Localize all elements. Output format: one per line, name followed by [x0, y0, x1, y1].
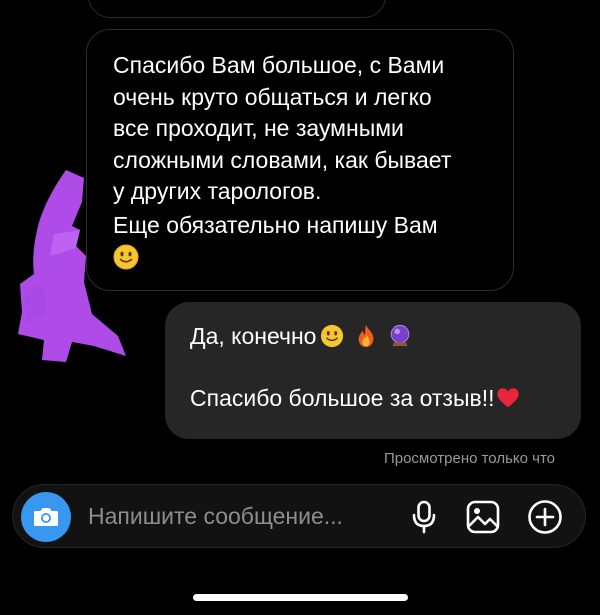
- previous-message-bubble[interactable]: [88, 0, 386, 18]
- seen-status: Просмотрено только что: [383, 450, 555, 467]
- message-line: у других тарологов.: [113, 178, 322, 204]
- plus-icon: [528, 500, 562, 534]
- fire-icon: [359, 324, 374, 348]
- slightly-smiling-face-icon: [321, 324, 344, 348]
- outgoing-line-2: Спасибо большое за отзыв!!: [190, 382, 559, 414]
- message-line: все проходит, не заумными: [113, 115, 404, 141]
- red-heart-icon: [497, 388, 520, 408]
- plus-button[interactable]: [527, 499, 563, 535]
- message-composer: Напишите сообщение...: [12, 484, 586, 548]
- slightly-smiling-face-icon: [113, 244, 139, 270]
- gallery-icon: [466, 500, 500, 534]
- home-indicator[interactable]: [193, 594, 408, 601]
- outgoing-line-1: Да, конечно: [190, 320, 559, 352]
- message-line: Еще обязательно напишу Вам: [113, 211, 438, 238]
- message-line: очень круто общаться и легко: [113, 83, 432, 110]
- camera-button[interactable]: [21, 492, 71, 542]
- message-input[interactable]: Напишите сообщение...: [88, 485, 388, 547]
- message-text: Да, конечно: [190, 323, 317, 349]
- microphone-icon: [412, 500, 436, 534]
- incoming-message-bubble[interactable]: Спасибо Вам большое, с Вами очень круто …: [86, 29, 514, 291]
- camera-icon: [34, 508, 58, 526]
- message-text: Спасибо большое за отзыв!!: [190, 385, 495, 411]
- message-line: сложными словами, как бывает: [113, 146, 452, 173]
- gallery-button[interactable]: [465, 499, 501, 535]
- message-line: Спасибо Вам большое, с Вами: [113, 52, 445, 78]
- outgoing-message-bubble[interactable]: Да, конечно Спасибо большое за отзыв!!: [165, 302, 581, 439]
- crystal-ball-icon: [391, 324, 410, 347]
- microphone-button[interactable]: [406, 499, 442, 535]
